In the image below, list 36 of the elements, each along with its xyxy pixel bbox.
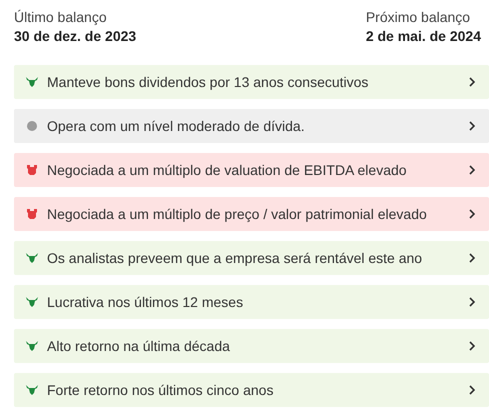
insight-text: Manteve bons dividendos por 13 anos consecutivos [47,74,370,90]
chevron-right-icon [469,341,475,351]
insight-row[interactable]: Negociada a um múltiplo de preço / valor patrimonial elevado [14,197,489,231]
insight-row[interactable]: Forte retorno nos últimos cinco anos [14,373,489,407]
insight-row[interactable]: Os analistas preveem que a empresa será rentável este ano [14,241,489,275]
chevron-right-icon [469,253,475,263]
insight-text: Os analistas preveem que a empresa será rentável este ano [47,250,424,266]
next-report-date: 2 de mai. de 2024 [366,28,481,44]
chevron-right-icon [469,77,475,87]
bull-icon [26,385,38,395]
next-report-label: Próximo balanço [366,9,472,25]
insight-row[interactable]: Alto retorno na última década [14,329,489,363]
bull-icon [26,297,38,307]
insight-row[interactable]: Negociada a um múltiplo de valuation de EBITDA elevado [14,153,489,187]
last-report-label: Último balanço [14,9,108,25]
insight-text: Negociada a um múltiplo de preço / valor patrimonial elevado [47,206,428,222]
bear-icon [26,209,38,219]
insight-text: Negociada a um múltiplo de valuation de EBITDA elevado [47,162,408,178]
chevron-right-icon [469,297,475,307]
insight-text: Lucrativa nos últimos 12 meses [47,294,244,310]
insight-row[interactable]: Opera com um nível moderado de dívida. [14,109,489,143]
bull-icon [26,77,38,87]
insight-row[interactable]: Lucrativa nos últimos 12 meses [14,285,489,319]
insight-text: Alto retorno na última década [47,338,231,354]
insight-text: Opera com um nível moderado de dívida. [47,118,306,134]
bull-icon [26,253,38,263]
neutral-face-icon [26,121,38,131]
chevron-right-icon [469,165,475,175]
bull-icon [26,341,38,351]
insight-row[interactable]: Manteve bons dividendos por 13 anos consecutivos [14,65,489,99]
chevron-right-icon [469,209,475,219]
chevron-right-icon [469,121,475,131]
insight-text: Forte retorno nos últimos cinco anos [47,382,274,398]
bear-icon [26,165,38,175]
chevron-right-icon [469,385,475,395]
last-report-date: 30 de dez. de 2023 [14,28,136,44]
